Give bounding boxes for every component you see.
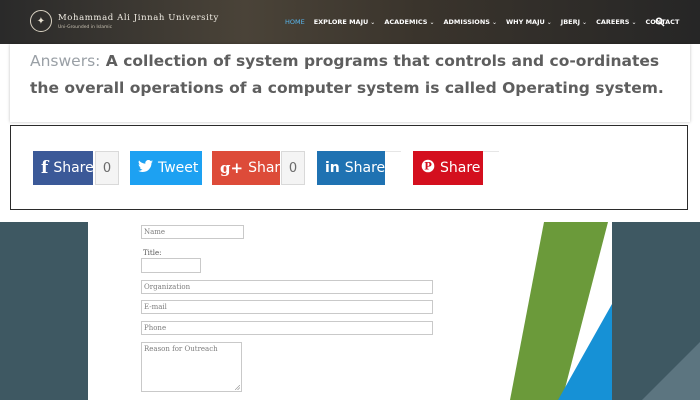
nav-item-careers[interactable]: CAREERS ⌄	[596, 18, 636, 26]
pinterest-share-button[interactable]: P Share	[413, 151, 483, 185]
nav-item-academics[interactable]: ACADEMICS ⌄	[384, 18, 434, 26]
top-navigation-bar: ✦ Mohammad Ali Jinnah University Uni-Gro…	[0, 0, 700, 44]
email-field[interactable]: E-mail	[141, 300, 433, 314]
chevron-down-icon: ⌄	[370, 19, 376, 26]
textarea-resize-handle-icon[interactable]	[235, 385, 240, 390]
nav-item-label: CAREERS	[596, 18, 630, 26]
twitter-tweet-label: Tweet	[158, 160, 199, 176]
chevron-down-icon: ⌄	[546, 19, 552, 26]
social-share-box: f Share 0 Tweet g+ Share 0 in Share P Sh…	[10, 125, 688, 210]
nav-item-label: EXPLORE MAJU	[313, 18, 369, 26]
facebook-share-count: 0	[95, 151, 119, 185]
linkedin-share-label: Share	[344, 160, 386, 176]
nav-item-explore-maju[interactable]: EXPLORE MAJU ⌄	[314, 18, 376, 26]
nav-item-label: ADMISSIONS	[443, 18, 490, 26]
search-icon[interactable]	[655, 17, 665, 27]
answer-label: Answers:	[30, 52, 101, 70]
answer-text: A collection of system programs that con…	[30, 52, 664, 97]
organization-field[interactable]: Organization	[141, 280, 433, 294]
nav-item-label: JBERJ	[560, 18, 581, 26]
nav-item-admissions[interactable]: ADMISSIONS ⌄	[444, 18, 497, 26]
pinterest-share-label: Share	[440, 160, 481, 176]
right-decorative-shape	[642, 342, 700, 400]
main-menu: HOME EXPLORE MAJU ⌄ ACADEMICS ⌄ ADMISSIONS ⌄ WH…	[285, 18, 688, 26]
googleplus-share-count: 0	[281, 151, 305, 185]
linkedin-share-button[interactable]: in Share	[317, 151, 385, 185]
title-field[interactable]	[141, 258, 201, 273]
left-slate-panel	[0, 222, 88, 400]
university-logo[interactable]: ✦ Mohammad Ali Jinnah University Uni-Gro…	[30, 10, 219, 32]
googleplus-icon: g+	[220, 159, 244, 177]
answer-section: Answers: A collection of system programs…	[10, 44, 690, 122]
chevron-down-icon: ⌄	[631, 19, 637, 26]
nav-item-label: WHY MAJU	[505, 18, 545, 26]
accent-stripes-decoration	[510, 222, 612, 400]
chevron-down-icon: ⌄	[429, 19, 435, 26]
svg-text:P: P	[424, 162, 432, 173]
facebook-icon: f	[41, 158, 49, 178]
twitter-tweet-button[interactable]: Tweet	[130, 151, 202, 185]
nav-item-why-maju[interactable]: WHY MAJU ⌄	[506, 18, 552, 26]
name-field[interactable]: Name	[141, 225, 244, 239]
facebook-share-button[interactable]: f Share	[33, 151, 94, 185]
twitter-bird-icon	[138, 159, 153, 176]
pinterest-icon: P	[421, 158, 435, 178]
googleplus-share-button[interactable]: g+ Share	[212, 151, 288, 185]
linkedin-count-tail	[385, 151, 401, 152]
nav-item-jberj[interactable]: JBERJ ⌄	[561, 18, 587, 26]
facebook-share-label: Share	[53, 160, 94, 176]
logo-text: Mohammad Ali Jinnah University Uni-Groun…	[58, 13, 219, 30]
pinterest-count-tail	[483, 151, 499, 152]
university-name: Mohammad Ali Jinnah University	[58, 12, 219, 23]
university-tagline: Uni-Grounded in Islamic	[58, 24, 113, 30]
nav-item-label: HOME	[285, 18, 305, 26]
university-seal-icon: ✦	[30, 10, 52, 32]
linkedin-icon: in	[325, 160, 340, 176]
title-label: Title:	[143, 249, 162, 257]
chevron-down-icon: ⌄	[491, 19, 497, 26]
reason-for-outreach-textarea[interactable]: Reason for Outreach	[141, 342, 242, 392]
nav-item-home[interactable]: HOME	[285, 18, 305, 26]
nav-item-label: ACADEMICS	[384, 18, 428, 26]
phone-field[interactable]: Phone	[141, 321, 433, 335]
chevron-down-icon: ⌄	[582, 19, 588, 26]
answer-paragraph: Answers: A collection of system programs…	[30, 48, 670, 102]
